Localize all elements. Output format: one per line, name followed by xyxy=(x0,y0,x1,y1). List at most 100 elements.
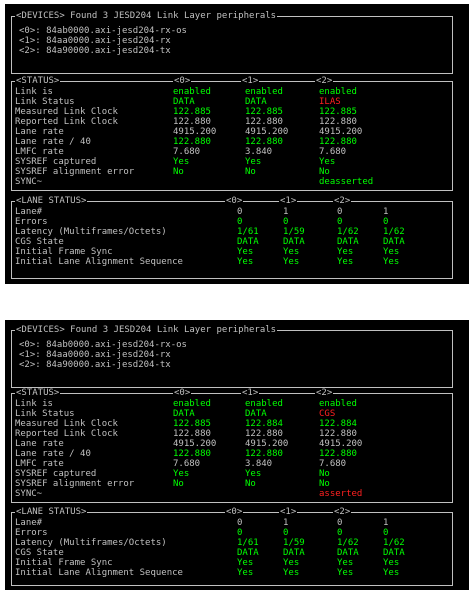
status-row-label: SYSREF alignment error xyxy=(15,167,135,177)
lane-value: 0 xyxy=(337,528,343,538)
status-value: 122.880 xyxy=(245,449,283,459)
status-row-label: Measured Link Clock xyxy=(15,419,118,429)
lane-value: 0 xyxy=(237,217,243,227)
lane-value: 1/61 xyxy=(237,538,259,548)
status-value: enabled xyxy=(173,399,211,409)
device-line-1: <1>: 84aa0000.axi-jesd204-rx xyxy=(19,350,171,360)
status-value: No xyxy=(319,479,330,489)
lane-value: Yes xyxy=(337,558,354,568)
lane-value: 1/62 xyxy=(383,227,405,237)
status-value: enabled xyxy=(245,399,283,409)
lane-value: Yes xyxy=(237,568,254,578)
lane-value: DATA xyxy=(237,548,259,558)
status-value: 122.880 xyxy=(319,117,357,127)
lane-value: Yes xyxy=(337,568,354,578)
status-value: 122.880 xyxy=(319,137,357,147)
lane-value: Yes xyxy=(383,247,400,257)
lane-value: Yes xyxy=(283,257,300,267)
lane-value: 0 xyxy=(337,207,343,217)
status-row-label: Measured Link Clock xyxy=(15,107,118,117)
status-value: 4915.200 xyxy=(173,439,217,449)
lane-status-title: <LANE STATUS> xyxy=(15,196,88,206)
lane-value: 0 xyxy=(283,217,289,227)
terminal-window-2: <DEVICES> Found 3 JESD204 Link Layer per… xyxy=(5,320,469,590)
status-value: enabled xyxy=(319,399,357,409)
status-value: 122.884 xyxy=(319,419,357,429)
status-value: ILAS xyxy=(319,97,341,107)
status-value: Yes xyxy=(245,469,262,479)
lane-row-label: Initial Lane Alignment Sequence xyxy=(15,257,183,267)
lane-value: Yes xyxy=(337,247,354,257)
status-value: 122.880 xyxy=(245,429,283,439)
status-value: No xyxy=(319,167,330,177)
status-value: No xyxy=(245,167,256,177)
device-line-2: <2>: 84a90000.axi-jesd204-tx xyxy=(19,360,171,370)
lane-value: DATA xyxy=(383,237,405,247)
status-value: Yes xyxy=(173,157,190,167)
status-value: 3.840 xyxy=(245,147,273,157)
lane-value: Yes xyxy=(337,257,354,267)
device-line-0: <0>: 84ab0000.axi-jesd204-rx-os xyxy=(19,26,187,36)
lane-row-label: Errors xyxy=(15,528,48,538)
status-value: 3.840 xyxy=(245,459,273,469)
lane-status-title: <LANE STATUS> xyxy=(15,507,88,517)
lane-row-label: Lane# xyxy=(15,518,43,528)
lane-value: DATA xyxy=(237,237,259,247)
status-value: DATA xyxy=(173,97,195,107)
lane-value: 0 xyxy=(283,528,289,538)
lane-row-label: Errors xyxy=(15,217,48,227)
status-value: 122.880 xyxy=(245,117,283,127)
lane-value: 1 xyxy=(383,518,389,528)
lane-value: Yes xyxy=(237,257,254,267)
lane-value: 0 xyxy=(237,518,243,528)
status-col-2: <2> xyxy=(315,76,334,86)
lane-value: 0 xyxy=(237,207,243,217)
status-value: enabled xyxy=(173,87,211,97)
status-row-label: Link Status xyxy=(15,97,75,107)
status-value: 122.885 xyxy=(173,107,211,117)
status-row-label: Lane rate / 40 xyxy=(15,137,91,147)
status-value: 122.885 xyxy=(173,419,211,429)
lane-value: DATA xyxy=(337,237,359,247)
lane-row-label: CGS State xyxy=(15,548,64,558)
status-row-label: Reported Link Clock xyxy=(15,429,118,439)
devices-title: <DEVICES> Found 3 JESD204 Link Layer per… xyxy=(15,325,278,335)
status-value: DATA xyxy=(245,409,267,419)
status-value: 4915.200 xyxy=(319,439,363,449)
status-col-0: <0> xyxy=(173,76,192,86)
status-col-1: <1> xyxy=(241,76,260,86)
lane-value: 0 xyxy=(237,528,243,538)
lane-value: DATA xyxy=(283,548,305,558)
status-value: 122.885 xyxy=(319,107,357,117)
lane-value: 1 xyxy=(283,518,289,528)
status-value: No xyxy=(245,479,256,489)
lane-value: Yes xyxy=(283,247,300,257)
devices-title: <DEVICES> Found 3 JESD204 Link Layer per… xyxy=(15,11,278,21)
lane-value: 1/62 xyxy=(383,538,405,548)
status-value: 7.680 xyxy=(319,459,347,469)
status-row-label: LMFC rate xyxy=(15,459,64,469)
lane-col-1: <1> xyxy=(279,507,298,517)
status-col-2: <2> xyxy=(315,388,334,398)
lane-col-0: <0> xyxy=(225,507,244,517)
status-row-label: Link Status xyxy=(15,409,75,419)
lane-value: 1/59 xyxy=(283,227,305,237)
status-col-1: <1> xyxy=(241,388,260,398)
lane-col-1: <1> xyxy=(279,196,298,206)
status-row-label: SYSREF captured xyxy=(15,469,97,479)
status-row-label: Lane rate / 40 xyxy=(15,449,91,459)
status-value: 122.880 xyxy=(173,117,211,127)
lane-value: 0 xyxy=(337,217,343,227)
status-value: 122.880 xyxy=(173,137,211,147)
status-value: CGS xyxy=(319,409,336,419)
status-title: <STATUS> xyxy=(15,388,61,398)
status-title: <STATUS> xyxy=(15,76,61,86)
status-value: 4915.200 xyxy=(173,127,217,137)
status-value: asserted xyxy=(319,489,363,499)
lane-row-label: Lane# xyxy=(15,207,43,217)
status-value: DATA xyxy=(245,97,267,107)
status-value: Yes xyxy=(319,157,336,167)
status-value: DATA xyxy=(173,409,195,419)
lane-col-0: <0> xyxy=(225,196,244,206)
status-row-label: Lane rate xyxy=(15,439,64,449)
